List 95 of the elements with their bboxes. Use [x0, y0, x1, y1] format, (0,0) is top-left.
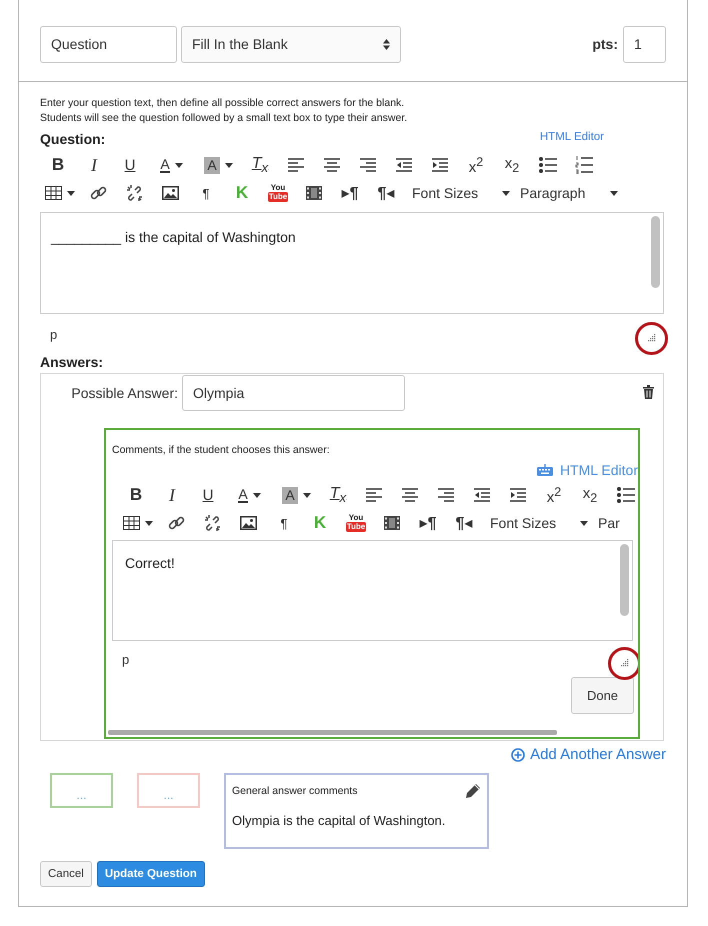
indent-icon: [510, 488, 526, 502]
dropdown-button[interactable]: Par: [594, 510, 622, 536]
plus-circle-icon: [511, 748, 526, 762]
outdent-icon: [474, 488, 490, 502]
possible-answer-label: Possible Answer:: [70, 385, 178, 401]
subscript-button[interactable]: x$_{2}$: [494, 152, 530, 178]
answer-field[interactable]: Olympia: [182, 375, 405, 411]
editor-text: _________ is the capital of Washington: [51, 229, 296, 245]
align-left-icon: [366, 488, 382, 502]
instruction-text: Students will see the question followed by a small text box to type their answer.: [40, 111, 408, 126]
html-editor-link[interactable]: HTML Editor: [540, 131, 604, 143]
caret-icon: [502, 190, 510, 196]
resize-handle-icon[interactable]: [620, 658, 629, 668]
select-arrows-icon: [383, 38, 390, 50]
keyboard-icon: [536, 464, 553, 476]
pilcrow-button[interactable]: ¶: [188, 180, 224, 206]
underline-button[interactable]: U: [190, 482, 226, 508]
comment-bubble[interactable]: General answer comments Olympia is the capital of Washington.: [224, 773, 489, 849]
text-color-button[interactable]: A: [148, 152, 195, 178]
superscript-button[interactable]: x$^{2}$: [458, 152, 494, 178]
italic-button[interactable]: I: [154, 482, 190, 508]
instruction-text: Enter your question text, then define all possible correct answers for the blank.: [40, 96, 406, 111]
comment-title: General answer comments: [232, 785, 358, 797]
add-answer-link[interactable]: Add Another Answer: [511, 746, 666, 763]
pilcrow-button[interactable]: ¶: [266, 510, 302, 536]
caret-icon: [224, 162, 233, 168]
dropdown-button[interactable]: Font Sizes: [486, 510, 590, 536]
superscript-button[interactable]: x$^{2}$: [536, 482, 572, 508]
highlight-button[interactable]: A: [195, 152, 242, 178]
subscript-button[interactable]: x$_{2}$: [572, 482, 608, 508]
ltr-button[interactable]: ▸¶: [332, 180, 368, 206]
comment-text: Olympia is the capital of Washington.: [232, 813, 446, 828]
table-icon: [123, 516, 140, 530]
clear-format-button[interactable]: T$_{x}$: [242, 152, 278, 178]
clear-format-button[interactable]: T$_{x}$: [320, 482, 356, 508]
scrollbar[interactable]: [620, 544, 629, 616]
rtl-button[interactable]: ¶◂: [446, 510, 482, 536]
caret-icon: [145, 520, 153, 526]
caret-icon: [580, 520, 588, 526]
bullet-list-icon: [539, 157, 557, 173]
points-label: pts:: [592, 36, 618, 52]
image-icon: [162, 186, 178, 200]
comment-editor[interactable]: Correct!: [112, 540, 633, 641]
comments-prompt: Comments, if the student chooses this answer:: [112, 444, 331, 456]
question-title-field[interactable]: Question: [40, 26, 177, 62]
link-icon: [90, 184, 106, 202]
caret-icon: [67, 190, 75, 196]
table-icon: [45, 186, 62, 200]
rtl-button[interactable]: ¶◂: [368, 180, 404, 206]
resize-handle-icon[interactable]: [647, 334, 656, 342]
film-icon: [306, 186, 322, 200]
caret-icon: [302, 492, 311, 498]
align-right-icon: [438, 488, 454, 502]
align-right-icon: [360, 158, 376, 172]
film-icon: [384, 516, 400, 530]
question-type-select[interactable]: Fill In the Blank: [181, 26, 401, 62]
youtube-button[interactable]: You Tube: [338, 510, 374, 536]
question-label: Question:: [40, 131, 106, 147]
ltr-button[interactable]: ▸¶: [410, 510, 446, 536]
bullet-list-icon: [617, 487, 635, 503]
underline-button[interactable]: U: [112, 152, 148, 178]
caret-icon: [610, 190, 618, 196]
caret-icon: [174, 162, 183, 168]
update-question-button[interactable]: Update Question: [96, 861, 205, 887]
pencil-icon[interactable]: [465, 783, 481, 799]
answers-label: Answers:: [40, 354, 104, 370]
done-button[interactable]: Done: [571, 677, 634, 714]
unlink-icon: [204, 514, 220, 532]
unlink-icon: [126, 184, 142, 202]
align-center-icon: [402, 488, 418, 502]
align-center-icon: [324, 158, 340, 172]
italic-button[interactable]: I: [76, 152, 112, 178]
bold-button[interactable]: B: [118, 482, 154, 508]
youtube-button[interactable]: You Tube: [260, 180, 296, 206]
align-left-icon: [288, 158, 304, 172]
scrollbar[interactable]: [108, 730, 557, 735]
numbered-list-icon: [575, 156, 593, 174]
caret-icon: [252, 492, 261, 498]
link-icon: [168, 514, 184, 532]
element-path: p: [122, 652, 130, 666]
dropdown-button[interactable]: Font Sizes: [408, 180, 512, 206]
highlight-button[interactable]: A: [273, 482, 320, 508]
cancel-button[interactable]: Cancel: [40, 861, 92, 887]
points-field[interactable]: 1: [623, 26, 666, 62]
dropdown-button[interactable]: Paragraph: [516, 180, 620, 206]
text-color-button[interactable]: A: [226, 482, 273, 508]
scrollbar[interactable]: [651, 216, 660, 288]
image-icon: [240, 516, 256, 530]
question-editor[interactable]: _________ is the capital of Washington: [40, 212, 664, 314]
bold-button[interactable]: B: [40, 152, 76, 178]
indent-icon: [432, 158, 448, 172]
trash-icon[interactable]: [643, 385, 654, 399]
outdent-icon: [396, 158, 412, 172]
editor-text: Correct!: [125, 555, 175, 571]
element-path: p: [50, 326, 58, 342]
